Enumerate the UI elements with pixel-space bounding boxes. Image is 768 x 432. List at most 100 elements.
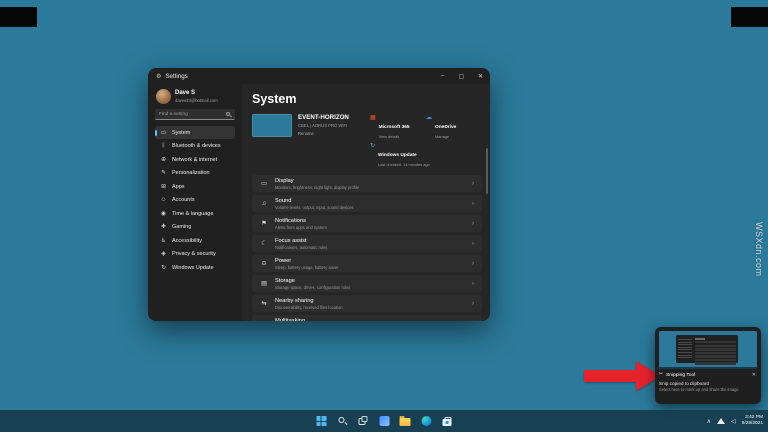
widgets-icon[interactable]	[378, 414, 391, 428]
tray-date: 9/28/2021	[742, 421, 763, 427]
focus-assist-icon: ☾	[260, 240, 268, 247]
sidebar-item-windows-update[interactable]: ↻ Windows Update	[155, 261, 235, 274]
bluetooth-icon: ᛒ	[160, 143, 167, 149]
multitasking-icon: ▣	[260, 320, 268, 321]
settings-gear-icon: ⚙	[156, 73, 161, 80]
close-button[interactable]: ✕	[471, 68, 490, 84]
toast-body: Select here to mark up and share the ima…	[659, 387, 757, 392]
chevron-right-icon: ›	[472, 260, 474, 267]
user-name: Dave S	[175, 90, 218, 97]
microsoft-365-icon: ▦	[370, 115, 376, 121]
device-model: CBE1 | AORUS PRO WIFI	[298, 123, 349, 128]
notifications-icon: ⚑	[260, 220, 268, 227]
apps-icon: ⊞	[160, 184, 167, 190]
page-title: System	[252, 92, 482, 106]
chevron-right-icon: ›	[472, 200, 474, 207]
settings-row-storage[interactable]: ▤ StorageStorage space, drives, configur…	[252, 275, 482, 292]
settings-row-display[interactable]: ▭ DisplayMonitors, brightness, night lig…	[252, 175, 482, 192]
sidebar-item-accessibility[interactable]: ♿ Accessibility	[155, 234, 235, 247]
edge-browser-icon[interactable]	[420, 414, 433, 428]
update-refresh-icon: ↻	[370, 143, 375, 149]
sidebar-item-apps[interactable]: ⊞ Apps	[155, 180, 235, 193]
system-icon: ▭	[160, 130, 167, 136]
display-icon: ▭	[260, 180, 268, 187]
time-language-icon: ◉	[160, 211, 167, 217]
network-icon: ⊕	[160, 157, 167, 163]
sidebar-item-privacy-security[interactable]: ◈ Privacy & security	[155, 248, 235, 261]
chevron-right-icon: ›	[472, 240, 474, 247]
search-placeholder: Find a setting	[159, 112, 188, 117]
settings-row-notifications[interactable]: ⚑ NotificationsAlerts from apps and syst…	[252, 215, 482, 232]
window-title: Settings	[165, 73, 187, 80]
chevron-right-icon: ›	[472, 280, 474, 287]
settings-rows: ▭ DisplayMonitors, brightness, night lig…	[252, 175, 482, 321]
watermark: WSXdn.com	[754, 222, 764, 277]
chevron-right-icon: ›	[472, 220, 474, 227]
sidebar-item-personalization[interactable]: ✎ Personalization	[155, 167, 235, 180]
onedrive-cloud-icon: ☁	[426, 115, 432, 121]
start-button[interactable]	[315, 414, 328, 428]
toast-close-icon[interactable]: ✕	[751, 372, 757, 378]
search-taskbar-icon[interactable]	[336, 414, 349, 428]
sidebar-item-accounts[interactable]: ☺ Accounts	[155, 194, 235, 207]
device-wallpaper-thumbnail	[252, 114, 292, 137]
snip-thumbnail[interactable]	[659, 331, 757, 369]
power-icon: ⊙	[260, 260, 268, 267]
sound-icon: ♫	[260, 200, 268, 207]
personalization-icon: ✎	[160, 170, 167, 176]
screen-artifact-right	[731, 7, 768, 27]
toast-app-name: Snipping Tool	[666, 373, 695, 378]
avatar	[156, 89, 171, 104]
settings-row-sound[interactable]: ♫ SoundVolume levels, output, input, sou…	[252, 195, 482, 212]
settings-content: System EVENT-HORIZON CBE1 | AORUS PRO WI…	[242, 84, 490, 321]
sidebar-item-time-language[interactable]: ◉ Time & language	[155, 207, 235, 220]
volume-icon[interactable]: ◁	[731, 418, 736, 425]
minimize-button[interactable]: –	[433, 68, 452, 84]
snipping-tool-icon: ✂	[659, 373, 663, 378]
tray-overflow-chevron-icon[interactable]: ∧	[707, 418, 711, 425]
sidebar-item-network-internet[interactable]: ⊕ Network & internet	[155, 153, 235, 166]
tray-clock[interactable]: 3:42 PM 9/28/2021	[742, 415, 763, 427]
chevron-right-icon: ›	[472, 320, 474, 321]
windows-update-card[interactable]: ↻ Windows Update Last checked: 14 minute…	[370, 143, 482, 167]
onedrive-card[interactable]: ☁ OneDrive Manage	[426, 115, 482, 139]
titlebar[interactable]: ⚙ Settings – ▢ ✕	[148, 68, 490, 84]
search-icon	[226, 112, 230, 116]
task-view-icon[interactable]	[357, 414, 370, 428]
scrollbar[interactable]	[486, 148, 488, 194]
gaming-icon: ✚	[160, 224, 167, 230]
windows-update-icon: ↻	[160, 265, 167, 271]
device-name: EVENT-HORIZON	[298, 114, 349, 121]
sidebar-item-system[interactable]: ▭ System	[155, 126, 235, 139]
file-explorer-icon[interactable]	[399, 414, 412, 428]
settings-window: ⚙ Settings – ▢ ✕ Dave S daves33@hotmail.…	[148, 68, 490, 321]
microsoft-365-card[interactable]: ▦ Microsoft 365 View details	[370, 115, 426, 139]
toast-title: Snip copied to clipboard	[659, 381, 757, 386]
settings-row-nearby-sharing[interactable]: ⇆ Nearby sharingDiscoverability, receive…	[252, 295, 482, 312]
storage-icon: ▤	[260, 280, 268, 287]
snip-notification[interactable]: ✂ Snipping Tool ✕ Snip copied to clipboa…	[655, 327, 761, 404]
rename-link[interactable]: Rename	[298, 131, 349, 136]
settings-row-focus-assist[interactable]: ☾ Focus assistNotifications, automatic r…	[252, 235, 482, 252]
mini-settings-window	[676, 335, 738, 363]
taskbar: ∧ ◁ 3:42 PM 9/28/2021	[0, 410, 768, 432]
settings-row-multitasking[interactable]: ▣ MultitaskingSnap windows, desktops, ta…	[252, 315, 482, 321]
user-email: daves33@hotmail.com	[175, 98, 218, 103]
accessibility-icon: ♿	[160, 238, 167, 244]
accounts-icon: ☺	[160, 197, 167, 203]
maximize-button[interactable]: ▢	[452, 68, 471, 84]
annotation-arrow	[584, 361, 662, 391]
screen-artifact-left	[0, 7, 37, 27]
chevron-right-icon: ›	[472, 300, 474, 307]
sidebar: Dave S daves33@hotmail.com Find a settin…	[148, 84, 242, 321]
sidebar-item-gaming[interactable]: ✚ Gaming	[155, 221, 235, 234]
settings-row-power[interactable]: ⊙ PowerSleep, battery usage, battery sav…	[252, 255, 482, 272]
sidebar-item-bluetooth-devices[interactable]: ᛒ Bluetooth & devices	[155, 140, 235, 153]
search-input[interactable]: Find a setting	[155, 109, 235, 120]
chevron-right-icon: ›	[472, 180, 474, 187]
network-icon[interactable]	[717, 418, 725, 424]
microsoft-store-icon[interactable]	[441, 414, 454, 428]
user-profile[interactable]: Dave S daves33@hotmail.com	[155, 86, 235, 109]
privacy-security-icon: ◈	[160, 251, 167, 257]
nearby-sharing-icon: ⇆	[260, 300, 268, 307]
